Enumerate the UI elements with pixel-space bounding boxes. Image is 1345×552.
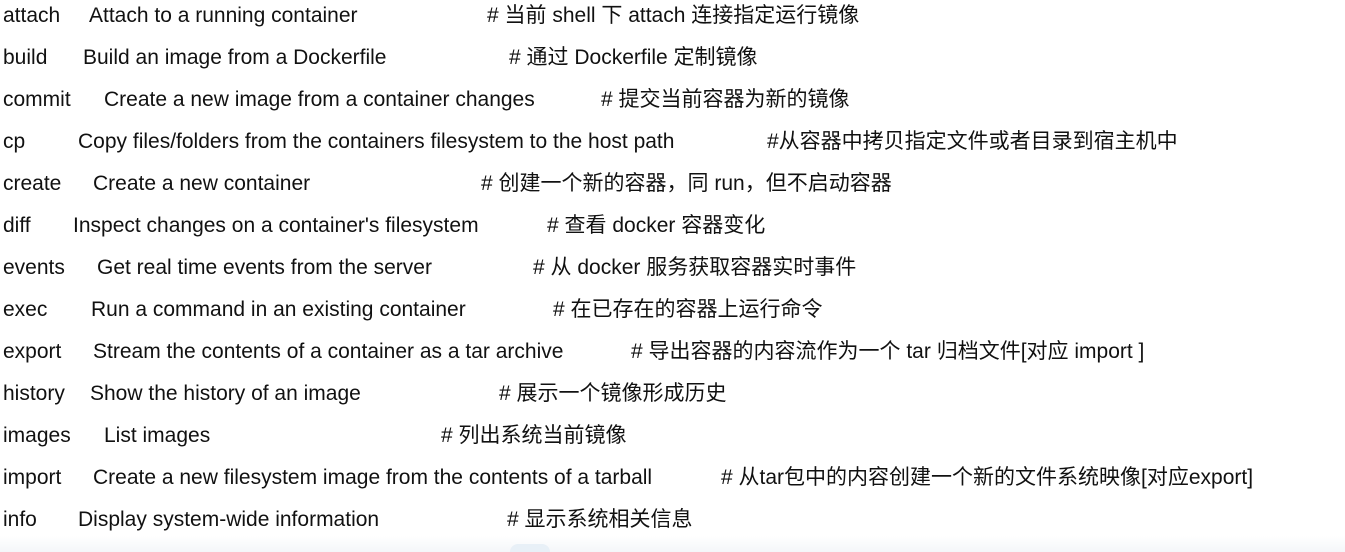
command-name: create bbox=[3, 172, 62, 195]
command-name: import bbox=[3, 466, 62, 489]
command-name: info bbox=[3, 508, 37, 531]
command-comment: # 列出系统当前镜像 bbox=[441, 424, 627, 447]
watermark-fragment bbox=[510, 544, 550, 552]
command-description: Stream the contents of a container as a … bbox=[93, 340, 564, 363]
command-name: cp bbox=[3, 130, 26, 153]
command-description: Inspect changes on a container's filesys… bbox=[73, 214, 479, 237]
command-row-images: images List images # 列出系统当前镜像 bbox=[0, 421, 1345, 463]
command-comment: # 从 docker 服务获取容器实时事件 bbox=[533, 256, 857, 279]
command-name: build bbox=[3, 46, 48, 69]
command-row-events: events Get real time events from the ser… bbox=[0, 253, 1345, 295]
command-row-cp: cp Copy files/folders from the container… bbox=[0, 127, 1345, 169]
command-name: history bbox=[3, 382, 65, 405]
command-comment: # 通过 Dockerfile 定制镜像 bbox=[509, 46, 758, 69]
command-row-build: build Build an image from a Dockerfile #… bbox=[0, 43, 1345, 85]
command-comment: # 当前 shell 下 attach 连接指定运行镜像 bbox=[487, 4, 860, 27]
command-row-create: create Create a new container # 创建一个新的容器… bbox=[0, 169, 1345, 211]
command-row-import: import Create a new filesystem image fro… bbox=[0, 463, 1345, 505]
command-description: Show the history of an image bbox=[90, 382, 361, 405]
command-name: export bbox=[3, 340, 62, 363]
command-name: commit bbox=[3, 88, 71, 111]
command-description: Build an image from a Dockerfile bbox=[83, 46, 387, 69]
command-name: diff bbox=[3, 214, 31, 237]
command-comment: #从容器中拷贝指定文件或者目录到宿主机中 bbox=[767, 130, 1178, 153]
command-row-history: history Show the history of an image # 展… bbox=[0, 379, 1345, 421]
command-description: Run a command in an existing container bbox=[91, 298, 466, 321]
command-name: exec bbox=[3, 298, 48, 321]
command-comment: # 显示系统相关信息 bbox=[507, 508, 693, 531]
command-comment: # 提交当前容器为新的镜像 bbox=[601, 88, 850, 111]
command-description: Display system-wide information bbox=[78, 508, 380, 531]
command-description: Create a new container bbox=[93, 172, 311, 195]
command-row-exec: exec Run a command in an existing contai… bbox=[0, 295, 1345, 337]
command-description: Copy files/folders from the containers f… bbox=[78, 130, 675, 153]
bottom-edge bbox=[0, 536, 1345, 552]
command-comment: # 展示一个镜像形成历史 bbox=[499, 382, 727, 405]
command-description: Create a new image from a container chan… bbox=[104, 88, 535, 111]
command-row-commit: commit Create a new image from a contain… bbox=[0, 85, 1345, 127]
command-description: Create a new filesystem image from the c… bbox=[93, 466, 653, 489]
command-comment: # 创建一个新的容器，同 run，但不启动容器 bbox=[481, 172, 892, 195]
command-row-diff: diff Inspect changes on a container's fi… bbox=[0, 211, 1345, 253]
command-description: List images bbox=[104, 424, 211, 447]
command-comment: # 导出容器的内容流作为一个 tar 归档文件[对应 import ] bbox=[631, 340, 1145, 363]
command-name: attach bbox=[3, 4, 61, 27]
command-comment: # 从tar包中的内容创建一个新的文件系统映像[对应export] bbox=[721, 466, 1254, 489]
command-description: Get real time events from the server bbox=[97, 256, 432, 279]
command-comment: # 在已存在的容器上运行命令 bbox=[553, 298, 823, 321]
command-description: Attach to a running container bbox=[89, 4, 358, 27]
command-row-attach: attach Attach to a running container # 当… bbox=[0, 1, 1345, 43]
command-name: images bbox=[3, 424, 71, 447]
docker-command-list: attach Attach to a running container # 当… bbox=[0, 0, 1345, 552]
command-name: events bbox=[3, 256, 65, 279]
command-row-export: export Stream the contents of a containe… bbox=[0, 337, 1345, 379]
command-comment: # 查看 docker 容器变化 bbox=[547, 214, 766, 237]
